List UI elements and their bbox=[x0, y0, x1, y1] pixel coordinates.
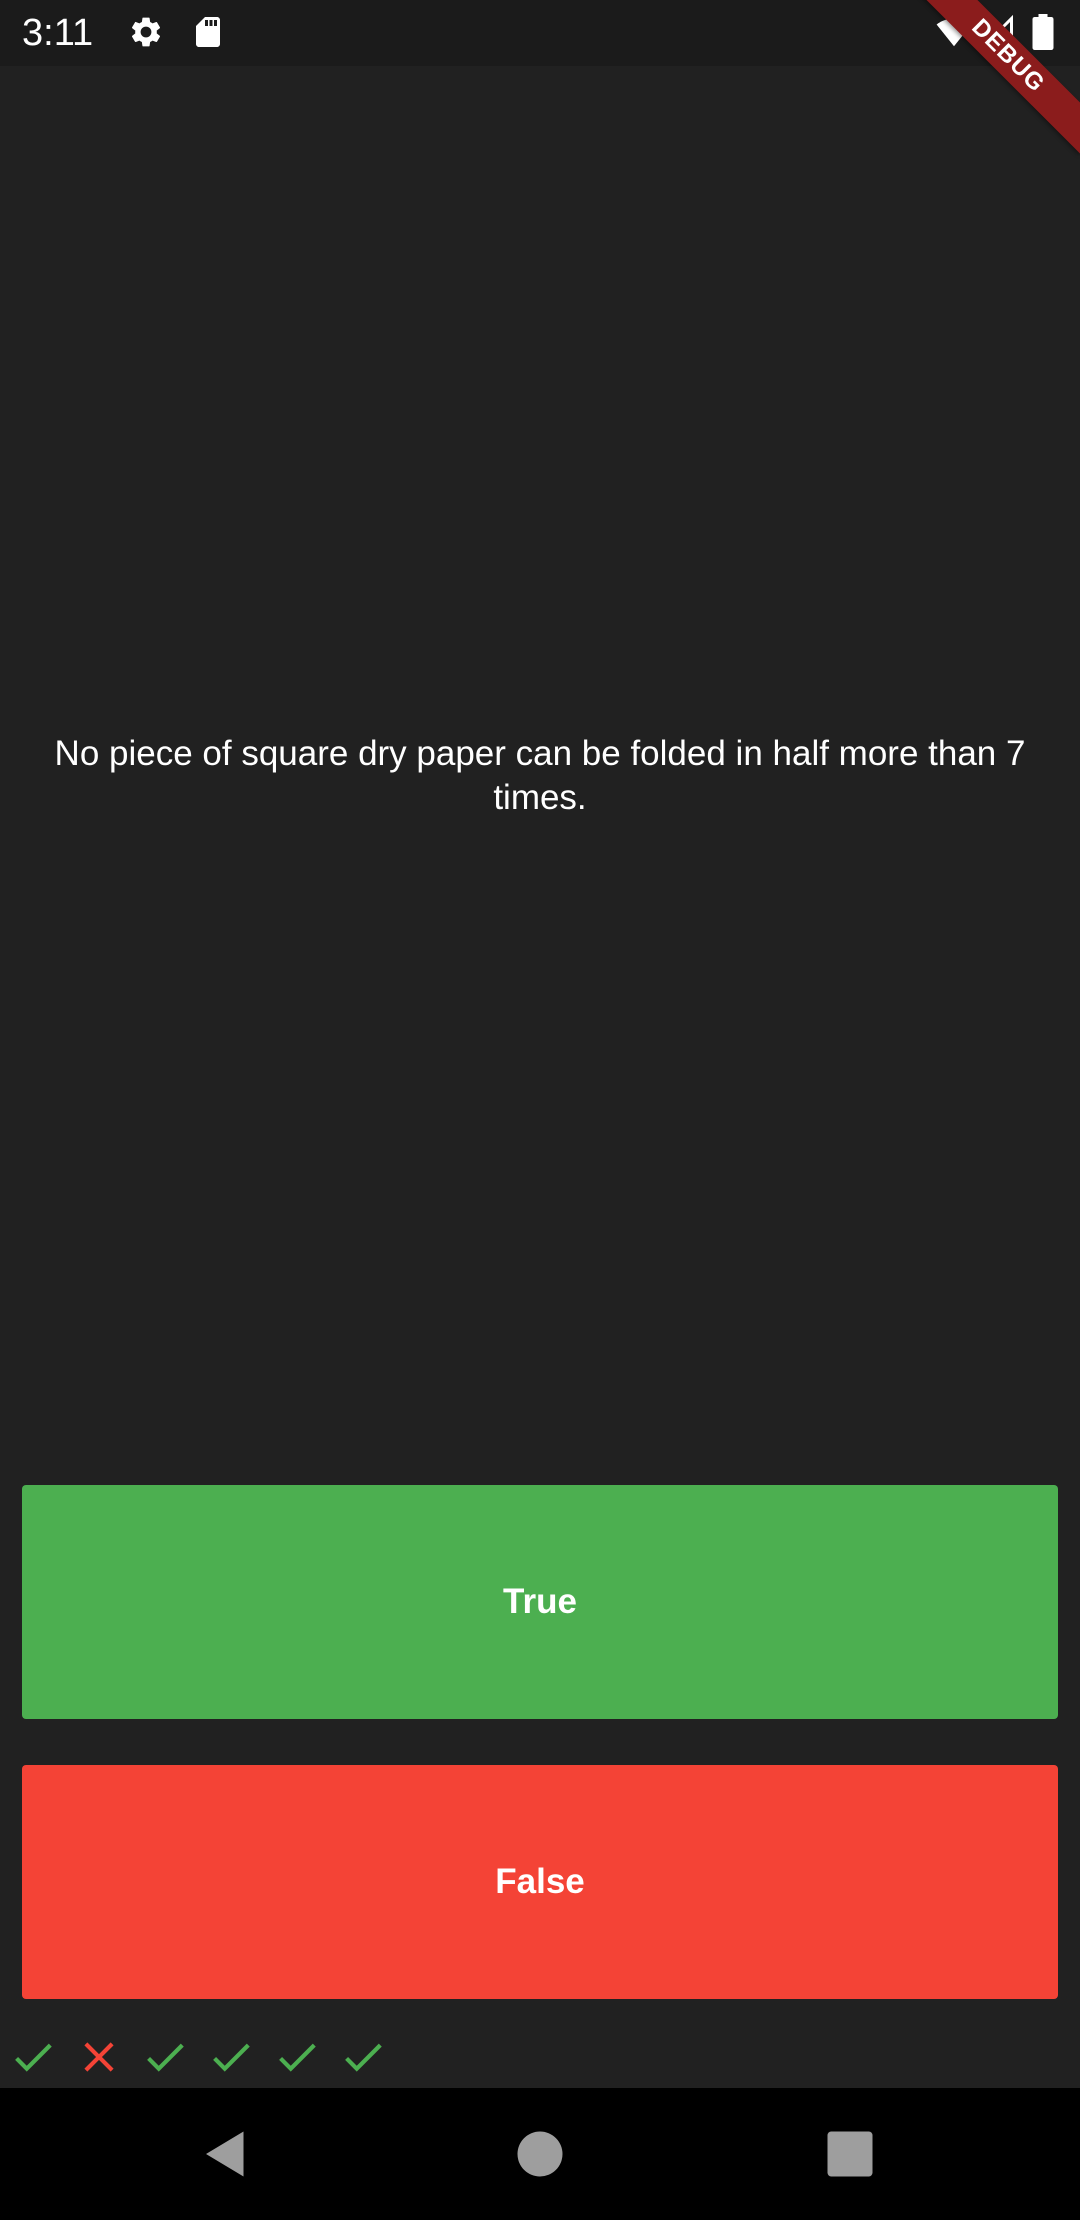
recents-icon[interactable] bbox=[820, 2124, 880, 2184]
false-button[interactable]: False bbox=[22, 1765, 1058, 1999]
true-button[interactable]: True bbox=[22, 1485, 1058, 1719]
check-icon bbox=[272, 2032, 322, 2082]
score-keeper bbox=[8, 2032, 404, 2082]
close-icon bbox=[74, 2032, 124, 2082]
check-icon bbox=[206, 2032, 256, 2082]
status-time: 3:11 bbox=[22, 12, 94, 54]
back-icon[interactable] bbox=[196, 2124, 256, 2184]
check-icon bbox=[140, 2032, 190, 2082]
home-icon[interactable] bbox=[510, 2124, 570, 2184]
gear-icon bbox=[128, 14, 164, 50]
status-bar: 3:11 bbox=[0, 0, 1080, 66]
app-screen: 3:11 DEBUG No piece of square dry paper … bbox=[0, 0, 1080, 2220]
check-icon bbox=[338, 2032, 388, 2082]
false-button-label: False bbox=[495, 1862, 585, 1901]
question-text: No piece of square dry paper can be fold… bbox=[54, 734, 1026, 817]
navigation-bar bbox=[0, 2088, 1080, 2220]
battery-icon bbox=[1030, 14, 1056, 50]
sd-card-icon bbox=[190, 14, 226, 50]
question-area: No piece of square dry paper can be fold… bbox=[0, 66, 1080, 1486]
check-icon bbox=[8, 2032, 58, 2082]
true-button-label: True bbox=[503, 1582, 577, 1621]
